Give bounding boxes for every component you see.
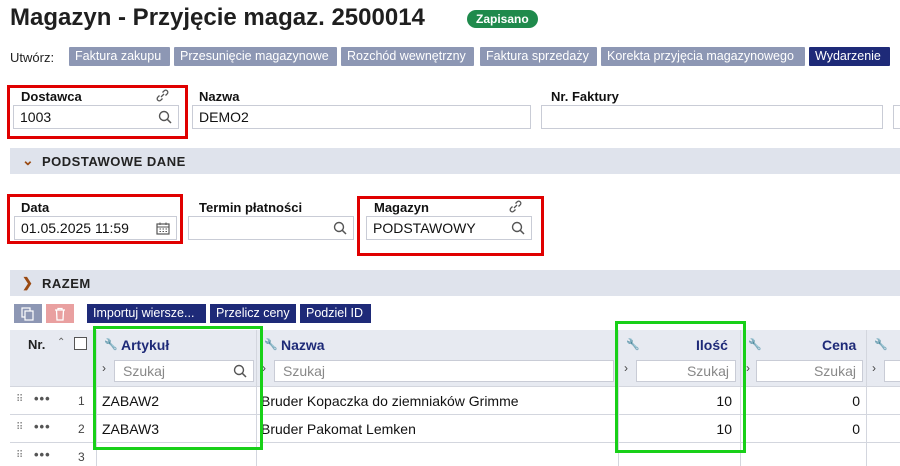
create-stock-transfer-button[interactable]: Przesunięcie magazynowe (174, 47, 337, 66)
row-number: 2 (78, 422, 85, 436)
calendar-icon[interactable] (156, 222, 170, 235)
warehouse-value: PODSTAWOWY (373, 220, 476, 236)
price-search-input[interactable]: Szukaj (756, 360, 863, 382)
section-basic-data[interactable]: ⌄ PODSTAWOWE DANE (10, 148, 900, 174)
warehouse-input[interactable]: PODSTAWOWY (366, 216, 532, 240)
page-title: Magazyn - Przyjęcie magaz. 2500014 (10, 4, 425, 31)
supplier-label: Dostawca (21, 89, 82, 104)
supplier-value: 1003 (20, 109, 52, 125)
price-search-placeholder: Szukaj (813, 363, 856, 379)
drag-handle-icon[interactable]: ⠿ (16, 422, 23, 433)
create-receipt-correction-button[interactable]: Korekta przyjęcia magazynowego (601, 47, 805, 66)
section-total[interactable]: ❯ RAZEM (10, 270, 900, 296)
section-basic-data-title: PODSTAWOWE DANE (42, 154, 186, 169)
payment-term-input[interactable] (188, 216, 354, 240)
search-icon[interactable] (511, 221, 525, 235)
invoice-number-input[interactable] (541, 105, 883, 129)
next-search-input[interactable] (884, 360, 900, 382)
select-all-checkbox[interactable] (74, 337, 87, 350)
row-menu-icon[interactable]: ••• (34, 391, 51, 406)
row-number: 1 (78, 394, 85, 408)
search-icon[interactable] (333, 221, 347, 235)
name-cell[interactable]: Bruder Kopaczka do ziemniaków Grimme (261, 393, 519, 409)
name-label: Nazwa (199, 89, 240, 104)
create-label: Utwórz: (10, 50, 55, 65)
date-input[interactable]: 01.05.2025 11:59 (14, 216, 177, 240)
wrench-icon[interactable]: 🔧 (264, 338, 278, 351)
drag-handle-icon[interactable]: ⠿ (16, 450, 23, 461)
row-menu-icon[interactable]: ••• (34, 447, 51, 462)
link-icon[interactable] (155, 89, 170, 102)
split-id-button[interactable]: Podziel ID (300, 304, 371, 323)
warehouse-label: Magazyn (374, 200, 429, 215)
trash-icon (55, 307, 65, 321)
column-name-header[interactable]: Nazwa (281, 337, 325, 353)
link-icon[interactable] (508, 200, 523, 213)
section-total-title: RAZEM (42, 276, 91, 291)
delete-rows-button[interactable] (46, 304, 74, 323)
row-menu-icon[interactable]: ••• (34, 419, 51, 434)
import-rows-button[interactable]: Importuj wiersze... (87, 304, 206, 323)
column-nr-header[interactable]: Nr. (28, 337, 45, 352)
drag-handle-icon[interactable]: ⠿ (16, 394, 23, 405)
copy-rows-button[interactable] (14, 304, 42, 323)
chevron-down-icon: ⌄ (22, 152, 34, 168)
supplier-input[interactable]: 1003 (13, 105, 179, 129)
column-price-header[interactable]: Cena (822, 337, 856, 353)
name-search-input[interactable]: Szukaj (274, 360, 614, 382)
create-internal-issue-button[interactable]: Rozchód wewnętrzny (341, 47, 474, 66)
wrench-icon[interactable]: 🔧 (874, 338, 888, 351)
search-icon[interactable] (158, 110, 172, 124)
payment-term-label: Termin płatności (199, 200, 303, 215)
status-badge: Zapisano (467, 10, 538, 28)
chevron-right-icon[interactable]: › (746, 361, 750, 375)
date-label: Data (21, 200, 50, 215)
invoice-number-label: Nr. Faktury (551, 89, 619, 104)
name-input[interactable]: DEMO2 (192, 105, 531, 129)
sort-icon[interactable]: ⌃ (57, 337, 65, 348)
copy-icon (21, 307, 34, 321)
price-cell[interactable]: 0 (744, 393, 860, 409)
price-cell[interactable]: 0 (744, 421, 860, 437)
name-cell[interactable]: Bruder Pakomat Lemken (261, 421, 416, 437)
quantity-column-highlight (615, 321, 746, 453)
name-search-placeholder: Szukaj (283, 363, 326, 379)
row-number: 3 (78, 450, 85, 464)
create-purchase-invoice-button[interactable]: Faktura zakupu (69, 47, 170, 66)
article-column-highlight (93, 326, 263, 450)
create-sales-invoice-button[interactable]: Faktura sprzedaży (480, 47, 597, 66)
wrench-icon[interactable]: 🔧 (748, 338, 762, 351)
date-value: 01.05.2025 11:59 (21, 220, 129, 236)
chevron-right-icon: ❯ (22, 275, 33, 290)
recalculate-prices-button[interactable]: Przelicz ceny (210, 304, 296, 323)
next-field-input[interactable] (893, 105, 900, 129)
chevron-right-icon[interactable]: › (872, 361, 876, 375)
create-event-button[interactable]: Wydarzenie (809, 47, 890, 66)
name-value: DEMO2 (199, 109, 249, 125)
